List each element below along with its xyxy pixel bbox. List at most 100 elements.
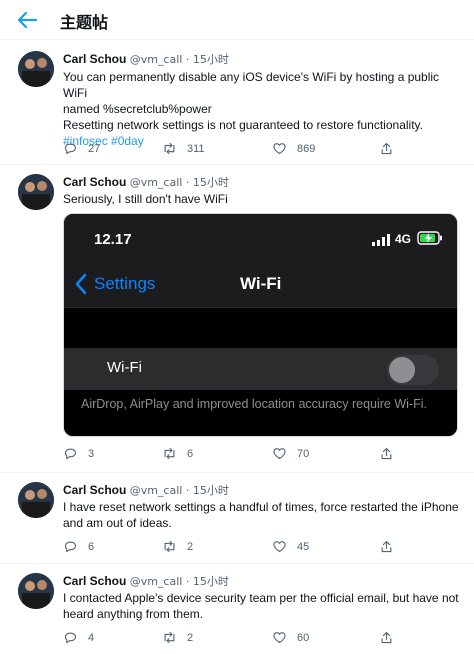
reply-button[interactable]: 6 [63, 539, 94, 554]
phone-nav-bar: Settings Wi-Fi [64, 266, 457, 308]
section-gap [64, 308, 457, 348]
author-meta: @vm_call · 15小时 [129, 484, 229, 497]
heart-icon [273, 541, 286, 553]
wifi-footer-text: AirDrop, AirPlay and improved location a… [81, 397, 427, 411]
wifi-toggle-row: Wi-Fi [64, 348, 457, 390]
share-button[interactable] [379, 539, 404, 554]
tweet-actions: 3 6 70 [63, 446, 403, 464]
author-name[interactable]: Carl Schou [63, 574, 126, 588]
tweet-text: Seriously, I still don't have WiFi [63, 191, 461, 207]
tweet-media-image[interactable]: 12.17 4G Settings Wi-Fi Wi-Fi AirDrop, A… [63, 213, 458, 437]
author-name[interactable]: Carl Schou [63, 483, 126, 497]
tweet[interactable]: Carl Schou @vm_call · 15小时 You can perma… [0, 41, 474, 165]
arrow-left-icon[interactable] [14, 8, 40, 32]
reply-button[interactable]: 3 [63, 446, 94, 461]
tweet-line: I contacted Apple's device security team… [63, 591, 459, 605]
like-button[interactable]: 70 [272, 446, 309, 461]
share-button[interactable] [379, 630, 404, 645]
retweet-button[interactable]: 6 [162, 446, 193, 461]
retweet-count: 2 [187, 631, 194, 644]
like-count: 45 [297, 540, 310, 553]
share-button[interactable] [379, 446, 404, 461]
reply-button[interactable]: 27 [63, 141, 100, 156]
tweet-header: Carl Schou @vm_call · 15小时 [63, 483, 229, 498]
share-icon [381, 540, 392, 553]
author-meta: @vm_call · 15小时 [129, 575, 229, 588]
like-count: 70 [297, 447, 310, 460]
avatar[interactable] [18, 573, 54, 609]
phone-time: 12.17 [94, 231, 132, 248]
share-icon [381, 447, 392, 460]
retweet-count: 6 [187, 447, 194, 460]
battery-charging-icon [417, 231, 442, 245]
retweet-icon [164, 447, 175, 460]
wifi-row-label: Wi-Fi [107, 359, 142, 376]
tweet-text: You can permanently disable any iOS devi… [63, 69, 461, 149]
share-icon [381, 142, 392, 155]
toggle-knob [389, 357, 415, 383]
settings-back-label: Settings [94, 274, 156, 293]
reply-count: 4 [88, 631, 95, 644]
network-type: 4G [395, 232, 412, 246]
like-button[interactable]: 45 [272, 539, 309, 554]
tweet-line: I have reset network settings a handful … [63, 500, 459, 514]
retweet-icon [164, 540, 175, 553]
tweet-line: heard anything from them. [63, 607, 204, 621]
tweet-line: You can permanently disable any iOS devi… [63, 70, 440, 100]
author-meta: @vm_call · 15小时 [129, 176, 229, 189]
retweet-icon [164, 142, 175, 155]
reply-count: 6 [88, 540, 95, 553]
reply-button[interactable]: 4 [63, 630, 94, 645]
heart-icon [273, 448, 286, 460]
author-name[interactable]: Carl Schou [63, 175, 126, 189]
share-button[interactable] [379, 141, 404, 156]
reply-count: 3 [88, 447, 95, 460]
like-count: 869 [297, 142, 316, 155]
retweet-count: 2 [187, 540, 194, 553]
heart-icon [273, 632, 286, 644]
reply-icon [64, 448, 77, 460]
retweet-button[interactable]: 311 [162, 141, 205, 156]
reply-icon [64, 632, 77, 644]
tweet-line: and am out of ideas. [63, 516, 172, 530]
tweet[interactable]: Carl Schou @vm_call · 15小时 I have reset … [0, 474, 474, 564]
tweet-header: Carl Schou @vm_call · 15小时 [63, 52, 229, 67]
tweet-text: I have reset network settings a handful … [63, 499, 461, 531]
author-name[interactable]: Carl Schou [63, 52, 126, 66]
tweet-actions: 27 311 869 [63, 141, 403, 159]
phone-status-bar: 12.17 4G [64, 214, 457, 266]
chevron-left-icon [75, 273, 87, 295]
tweet-header: Carl Schou @vm_call · 15小时 [63, 574, 229, 589]
like-button[interactable]: 60 [272, 630, 309, 645]
tweet-actions: 6 2 45 [63, 539, 403, 557]
avatar[interactable] [18, 174, 54, 210]
avatar[interactable] [18, 51, 54, 87]
retweet-button[interactable]: 2 [162, 539, 193, 554]
settings-back-button: Settings [74, 273, 155, 295]
tweet[interactable]: Carl Schou @vm_call · 15小时 I contacted A… [0, 565, 474, 654]
tweet-text: I contacted Apple's device security team… [63, 590, 461, 622]
retweet-button[interactable]: 2 [162, 630, 193, 645]
tweet-line: Resetting network settings is not guaran… [63, 118, 423, 132]
retweet-icon [164, 631, 175, 644]
reply-icon [64, 541, 77, 553]
wifi-footer: AirDrop, AirPlay and improved location a… [64, 390, 457, 436]
retweet-count: 311 [187, 142, 205, 155]
wifi-screen-title: Wi-Fi [240, 274, 282, 293]
tweet-actions: 4 2 60 [63, 630, 403, 648]
thread-header: 主题帖 [0, 0, 474, 40]
reply-count: 27 [88, 142, 101, 155]
reply-icon [64, 143, 77, 155]
page-title: 主题帖 [60, 13, 109, 32]
like-button[interactable]: 869 [272, 141, 315, 156]
author-meta: @vm_call · 15小时 [129, 53, 229, 66]
heart-icon [273, 143, 286, 155]
share-icon [381, 631, 392, 644]
wifi-toggle [387, 355, 439, 385]
avatar[interactable] [18, 482, 54, 518]
tweet-header: Carl Schou @vm_call · 15小时 [63, 175, 229, 190]
like-count: 60 [297, 631, 310, 644]
signal-icon [372, 234, 390, 246]
tweet-line: named %secretclub%power [63, 102, 212, 116]
tweet-line: Seriously, I still don't have WiFi [63, 192, 228, 206]
